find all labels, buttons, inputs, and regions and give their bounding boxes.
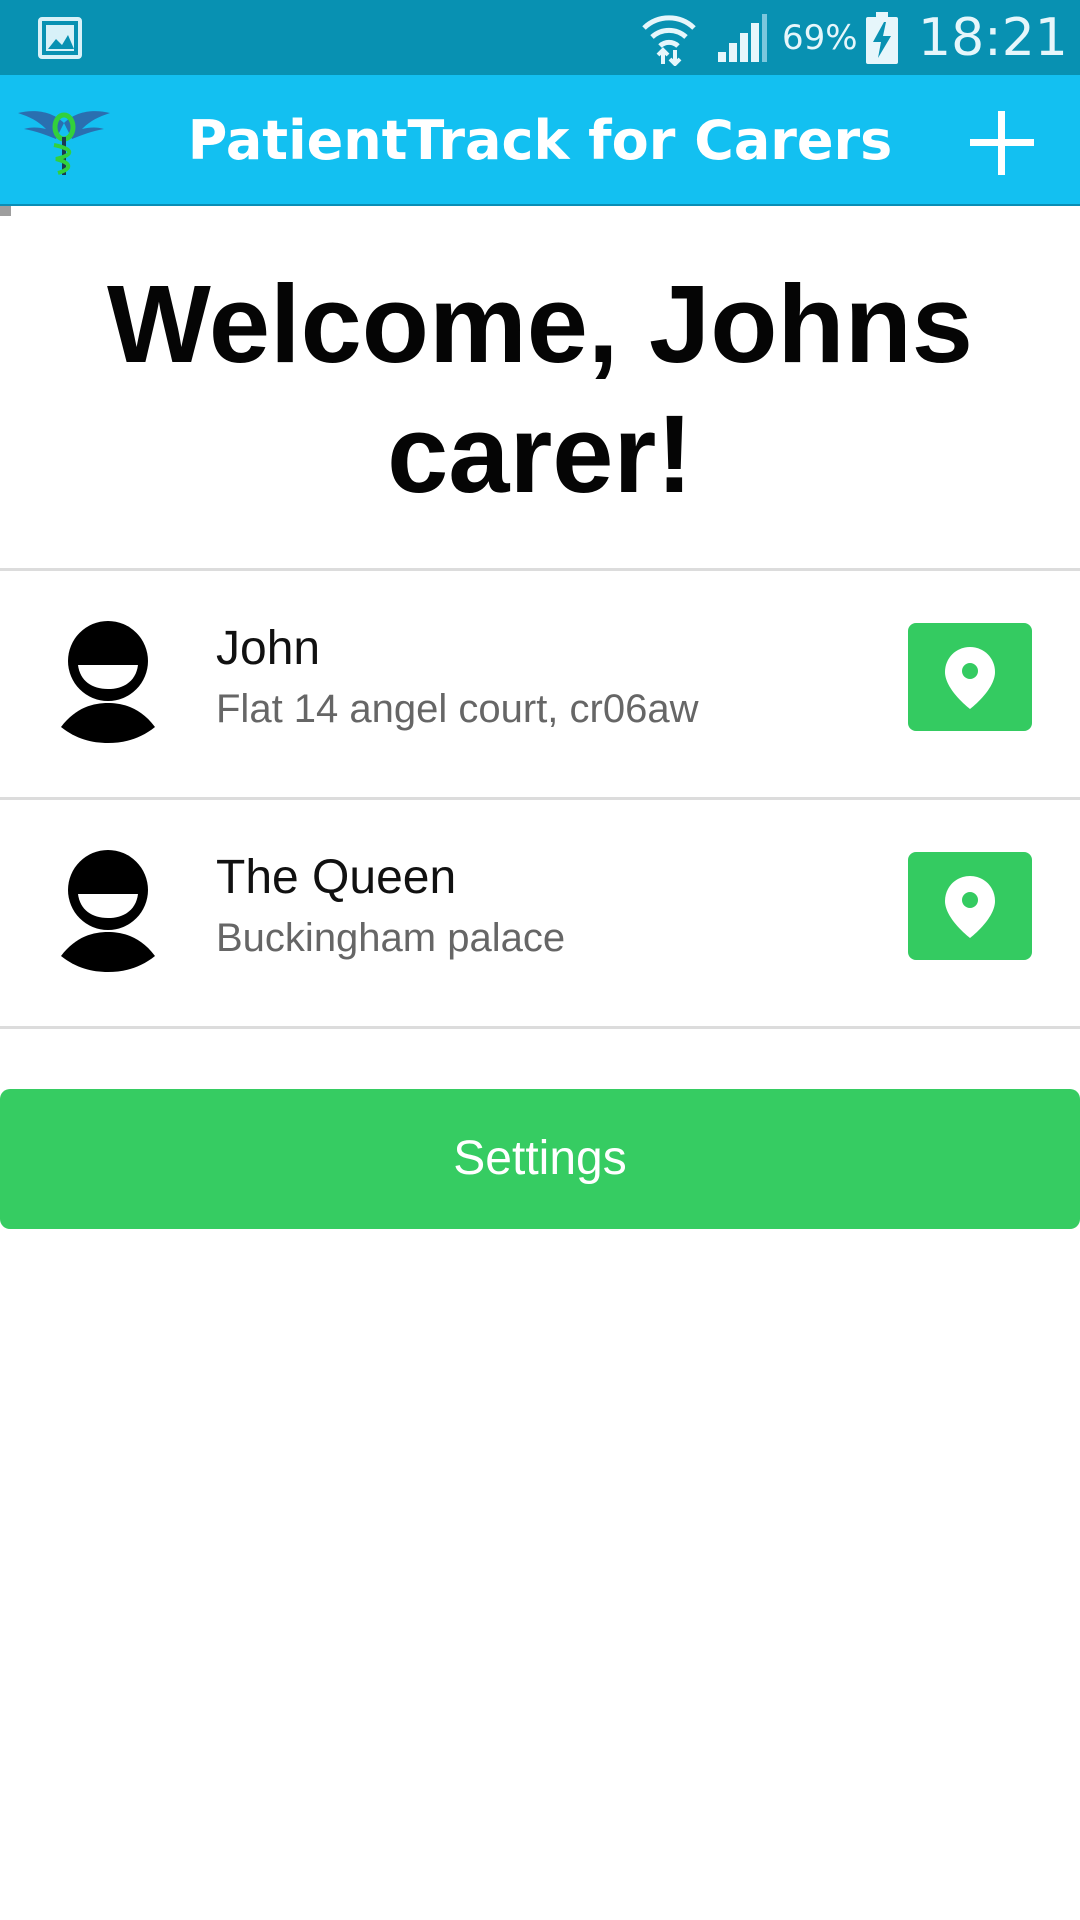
person-avatar-icon xyxy=(61,621,155,743)
patient-row[interactable]: The Queen Buckingham palace xyxy=(0,800,1080,1026)
patient-row[interactable]: John Flat 14 angel court, cr06aw xyxy=(0,571,1080,797)
patient-address: Buckingham palace xyxy=(216,916,566,960)
welcome-heading: Welcome, Johns carer! xyxy=(107,263,973,516)
battery-charging-icon xyxy=(866,12,898,64)
app-title: PatientTrack for Carers xyxy=(187,109,893,172)
add-patient-button[interactable] xyxy=(962,103,1042,183)
clock: 18:21 xyxy=(918,8,1068,68)
settings-button[interactable]: Settings xyxy=(0,1089,1080,1229)
patient-name: The Queen xyxy=(216,851,457,904)
patient-address: Flat 14 angel court, cr06aw xyxy=(216,687,699,731)
caduceus-logo-icon xyxy=(18,111,110,175)
map-pin-icon xyxy=(945,647,995,709)
person-avatar-icon xyxy=(61,850,155,972)
gallery-notification-icon xyxy=(38,17,82,59)
divider xyxy=(0,1026,1080,1029)
locate-patient-button[interactable] xyxy=(908,852,1032,960)
scroll-indicator xyxy=(0,206,11,216)
battery-percent: 69% xyxy=(782,18,858,58)
status-bar: 69% 18:21 xyxy=(0,0,1080,75)
wifi-icon xyxy=(642,15,696,66)
map-pin-icon xyxy=(945,876,995,938)
plus-icon xyxy=(970,111,1034,175)
locate-patient-button[interactable] xyxy=(908,623,1032,731)
app-bar: PatientTrack for Carers xyxy=(0,75,1080,206)
cell-signal-icon xyxy=(718,14,767,62)
patient-name: John xyxy=(216,622,321,675)
